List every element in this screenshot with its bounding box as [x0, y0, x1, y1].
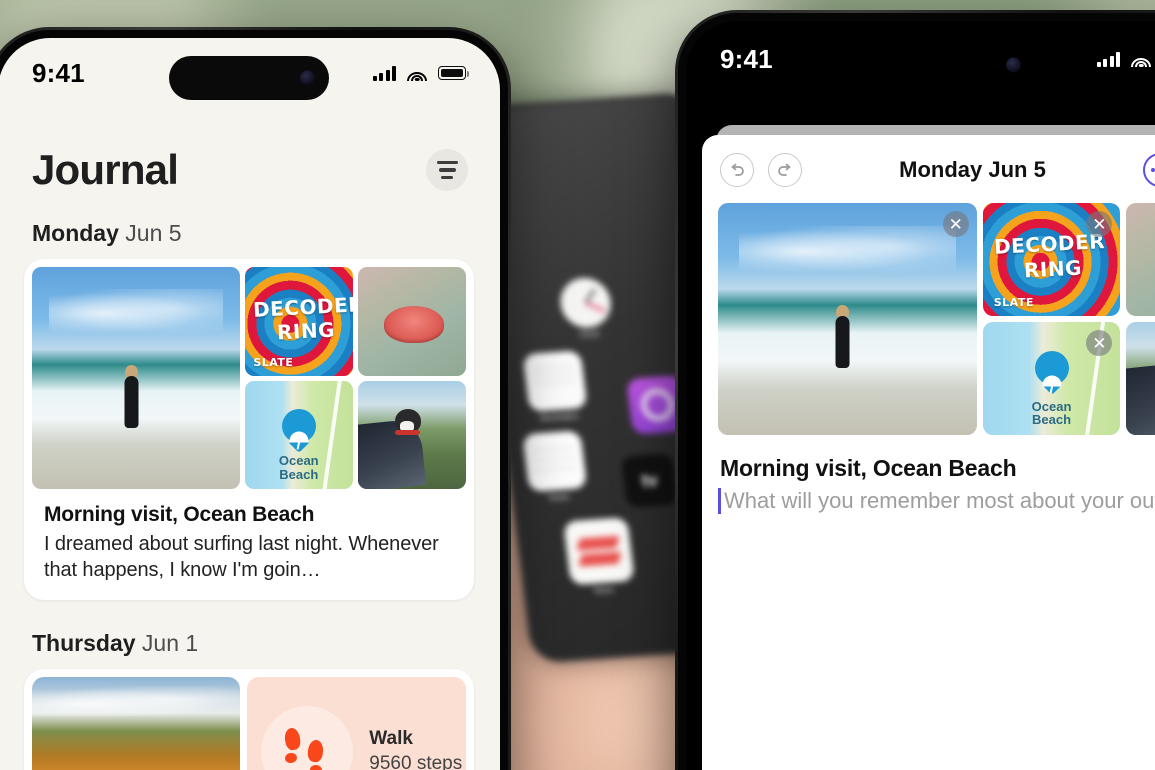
decoder-line1: DECODER	[252, 292, 353, 323]
day-header-thursday: Thursday Jun 1	[0, 600, 500, 669]
podcast-decoder-ring[interactable]: DECODER RING SLATE ✕	[982, 203, 1121, 316]
photo-dog-in-car[interactable]	[357, 380, 466, 489]
decoder-line2: RING	[1023, 255, 1083, 283]
photo-surfer-beach[interactable]	[32, 267, 240, 489]
text-caret	[718, 488, 721, 514]
map-label-line2: Beach	[1032, 412, 1072, 428]
status-indicators	[1096, 51, 1155, 67]
decoder-line1: DECODER	[993, 229, 1106, 260]
decoder-line3: SLATE	[993, 296, 1034, 310]
tv-app-icon: tv	[619, 451, 681, 510]
workout-detail: 9560 steps	[369, 753, 463, 770]
entry-text-block: Morning visit, Ocean Beach I dreamed abo…	[32, 489, 466, 584]
left-phone-device: 9:41 Journal Monday Jun 5 DECODER RING S…	[0, 27, 511, 770]
battery-icon	[438, 66, 469, 80]
remove-media-button[interactable]: ✕	[1086, 211, 1113, 237]
status-time: 9:41	[720, 43, 773, 74]
page-title: Journal	[32, 146, 179, 193]
journal-entry-card[interactable]: Walk 9560 steps	[24, 668, 474, 770]
remove-media-button[interactable]: ✕	[1086, 330, 1113, 356]
screenshot-stage: Clock Reminders Notes tv News 9:41 Journ…	[0, 0, 1155, 770]
right-status-bar: 9:41	[686, 21, 1155, 87]
reminders-app-icon: Reminders	[522, 350, 588, 423]
front-camera-icon	[300, 70, 315, 86]
filter-lines-icon[interactable]	[426, 149, 468, 191]
wifi-icon	[407, 66, 427, 81]
entry-editor-sheet: Monday Jun 5 Done ✕ DECODER RING SLATE ✕	[702, 135, 1155, 770]
redo-arrow-icon[interactable]	[768, 153, 802, 187]
entry-body-placeholder: What will you remember most about your o…	[724, 488, 1155, 513]
footprints-icon	[261, 705, 354, 770]
journal-list-screen: 9:41 Journal Monday Jun 5 DECODER RING S…	[0, 38, 500, 770]
journal-edit-screen: 9:41 Monday Jun 5 ✕ DECODER RING SLATE ✕…	[686, 21, 1155, 770]
day-date: Jun 1	[141, 629, 199, 656]
remove-media-button[interactable]: ✕	[942, 211, 969, 237]
dynamic-island	[875, 43, 1035, 87]
map-label-line2: Beach	[279, 466, 319, 482]
photo-surfer-beach[interactable]: ✕	[718, 203, 977, 435]
left-status-bar: 9:41	[0, 38, 500, 100]
map-ocean-beach[interactable]: Ocean Beach	[244, 380, 353, 489]
journal-entry-card[interactable]: DECODER RING SLATE Ocean Beach Morning v…	[24, 259, 474, 600]
day-header-monday: Monday Jun 5	[0, 194, 500, 259]
status-time: 9:41	[32, 57, 85, 88]
entry-body: I dreamed about surfing last night. When…	[44, 533, 439, 582]
workout-title: Walk	[369, 728, 413, 750]
cellular-signal-icon	[372, 65, 396, 81]
entry-media-grid: DECODER RING SLATE Ocean Beach	[32, 267, 466, 489]
cellular-signal-icon	[1096, 51, 1120, 67]
photo-seashell[interactable]: ✕	[1126, 203, 1155, 316]
ellipsis-circle-icon[interactable]	[1143, 153, 1155, 187]
map-label: Ocean Beach	[245, 454, 353, 481]
workout-meta: Walk 9560 steps	[369, 728, 462, 770]
decoder-line3: SLATE	[253, 356, 294, 369]
map-label: Ocean Beach	[983, 399, 1121, 428]
photo-seashell[interactable]	[357, 267, 466, 376]
journal-header: Journal	[0, 94, 500, 194]
right-phone-device: 9:41 Monday Jun 5 ✕ DECODER RING SLATE ✕…	[675, 10, 1155, 770]
editor-nav-bar: Monday Jun 5 Done	[702, 135, 1155, 199]
front-camera-icon	[1006, 57, 1021, 73]
podcast-decoder-ring[interactable]: DECODER RING SLATE	[244, 267, 353, 376]
wifi-icon	[1131, 52, 1151, 67]
status-indicators	[372, 65, 469, 81]
notes-app-icon: Notes	[522, 430, 588, 503]
decoder-line2: RING	[276, 317, 336, 345]
editor-entry-title[interactable]: Morning visit, Ocean Beach	[720, 455, 1155, 482]
editor-media-grid: ✕ DECODER RING SLATE ✕ ✕	[702, 199, 1155, 435]
undo-arrow-icon[interactable]	[720, 153, 754, 187]
tv-app-glyph: tv	[640, 469, 659, 491]
news-app-icon: News	[563, 517, 635, 596]
day-weekday: Thursday	[32, 629, 136, 656]
workout-walk-card[interactable]: Walk 9560 steps	[247, 676, 466, 770]
editor-title: Monday Jun 5	[899, 157, 1046, 182]
editor-text-block: Morning visit, Ocean Beach What will you…	[702, 435, 1155, 515]
map-ocean-beach[interactable]: Ocean Beach ✕	[982, 322, 1121, 435]
dynamic-island	[169, 56, 329, 100]
entry-title: Morning visit, Ocean Beach	[44, 503, 315, 526]
day-weekday: Monday	[32, 220, 119, 246]
photo-dog-in-car[interactable]: ✕	[1126, 322, 1155, 435]
photo-poppy-hills[interactable]	[32, 676, 241, 770]
entry-body-input[interactable]: What will you remember most about your o…	[718, 486, 1155, 515]
day-date: Jun 5	[125, 220, 182, 246]
